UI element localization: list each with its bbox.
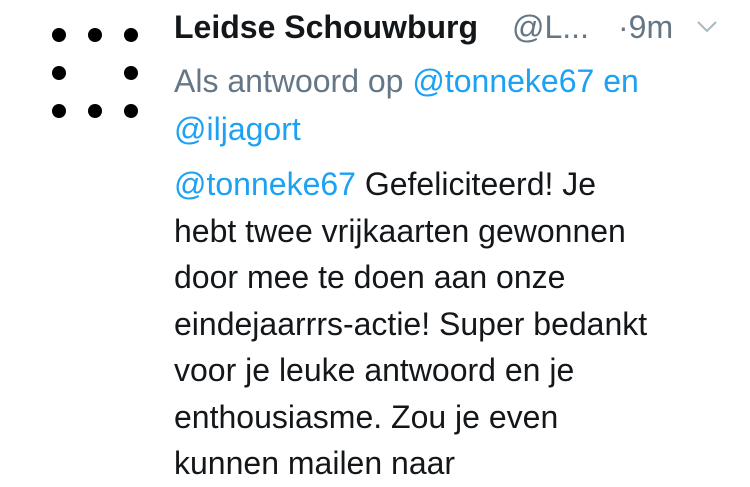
timestamp[interactable]: ·9m [618, 9, 673, 46]
tweet-text-line: enthousiasme. Zou je even [174, 398, 559, 435]
tweet-text-line: eindejaarrrs-actie! Super bedankt [174, 305, 648, 342]
display-name[interactable]: Leidse Schouwburg [174, 9, 478, 46]
avatar-dot [52, 28, 66, 42]
avatar-dot [124, 104, 138, 118]
mention-link[interactable]: @tonneke67 [174, 166, 356, 202]
reply-conjunction[interactable]: en [603, 63, 639, 99]
avatar[interactable] [36, 16, 154, 122]
avatar-dot [124, 66, 138, 80]
tweet-text-line: kunnen mailen naar [174, 445, 456, 481]
avatar-dot [52, 104, 66, 118]
tweet-text-segment: Gefeliciteerd! Je [364, 166, 597, 202]
tweet-text-line: @tonneke67 Gefeliciteerd! Je [174, 161, 734, 208]
reply-context: Als antwoord op @tonneke67 en @iljagort [174, 57, 734, 153]
avatar-dot [88, 104, 102, 118]
avatar-dot [52, 66, 66, 80]
tweet-text-line: voor je leuke antwoord en je [174, 352, 575, 388]
user-handle[interactable]: @L... [512, 9, 589, 46]
tweet-header: Leidse Schouwburg @L... ·9m [174, 0, 734, 62]
reply-prefix: Als antwoord op [174, 63, 404, 99]
reply-mention-link[interactable]: @iljagort [174, 111, 301, 147]
reply-mention-link[interactable]: @tonneke67 [412, 63, 594, 99]
chevron-down-icon[interactable] [696, 20, 718, 34]
tweet-text-line: hebt twee vrijkaarten gewonnen [174, 212, 626, 249]
avatar-dot [88, 28, 102, 42]
tweet-text-line: door mee te doen aan onze [174, 259, 566, 295]
tweet-text: @tonneke67 Gefeliciteerd! Je hebt twee v… [174, 161, 734, 487]
avatar-dot [124, 28, 138, 42]
